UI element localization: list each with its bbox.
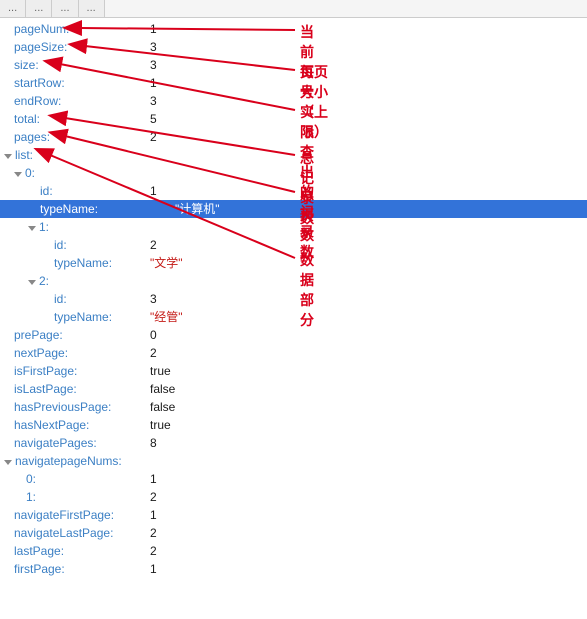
val-label: "经管"	[150, 308, 183, 326]
val-label: 2	[150, 236, 157, 254]
val-label: 2	[150, 344, 157, 362]
key-label: list:	[15, 146, 33, 164]
key-label: typeName:	[54, 254, 112, 272]
chevron-down-icon	[4, 460, 12, 465]
val-label: 2	[150, 488, 157, 506]
prop-list-1-typeName[interactable]: typeName: "文学"	[0, 254, 587, 272]
prop-navigateLastPage[interactable]: navigateLastPage: 2	[0, 524, 587, 542]
key-label: endRow:	[14, 92, 61, 110]
key-label: 0:	[25, 164, 35, 182]
val-label: 1	[150, 470, 157, 488]
prop-list-2-typeName[interactable]: typeName: "经管"	[0, 308, 587, 326]
key-label: 2:	[39, 272, 49, 290]
val-label: 0	[150, 326, 157, 344]
prop-navigatePages[interactable]: navigatePages: 8	[0, 434, 587, 452]
key-label: total:	[14, 110, 40, 128]
chevron-down-icon	[28, 226, 36, 231]
prop-pageSize[interactable]: pageSize: 3	[0, 38, 587, 56]
tab-3[interactable]: ...	[52, 0, 78, 17]
prop-startRow[interactable]: startRow: 1	[0, 74, 587, 92]
chevron-down-icon	[14, 172, 22, 177]
prop-isLastPage[interactable]: isLastPage: false	[0, 380, 587, 398]
key-label: navigatepageNums:	[15, 452, 122, 470]
prop-list-0[interactable]: 0:	[0, 164, 587, 182]
tab-2[interactable]: ...	[26, 0, 52, 17]
prop-list-1[interactable]: 1:	[0, 218, 587, 236]
prop-navigateFirstPage[interactable]: navigateFirstPage: 1	[0, 506, 587, 524]
key-label: 0:	[26, 470, 36, 488]
chevron-down-icon	[28, 280, 36, 285]
val-label: false	[150, 380, 175, 398]
key-label: hasNextPage:	[14, 416, 89, 434]
prop-list-0-typeName[interactable]: typeName: "计算机"	[0, 200, 587, 218]
key-label: startRow:	[14, 74, 65, 92]
val-label: true	[150, 416, 171, 434]
prop-list-2-id[interactable]: id: 3	[0, 290, 587, 308]
key-label: navigateLastPage:	[14, 524, 113, 542]
val-label: 3	[150, 56, 157, 74]
val-label: 1	[150, 182, 157, 200]
prop-endRow[interactable]: endRow: 3	[0, 92, 587, 110]
prop-navigatepageNums[interactable]: navigatepageNums:	[0, 452, 587, 470]
key-label: pageNum:	[14, 20, 69, 38]
prop-list-2[interactable]: 2:	[0, 272, 587, 290]
key-label: navigateFirstPage:	[14, 506, 114, 524]
val-label: 2	[150, 524, 157, 542]
prop-pages[interactable]: pages: 2	[0, 128, 587, 146]
val-label: 1	[150, 560, 157, 578]
prop-nav-1[interactable]: 1: 2	[0, 488, 587, 506]
tab-4[interactable]: ...	[79, 0, 105, 17]
val-label: 2	[150, 128, 157, 146]
val-label: 2	[150, 542, 157, 560]
val-label: "文学"	[150, 254, 183, 272]
val-label: true	[150, 362, 171, 380]
val-label: 5	[150, 110, 157, 128]
key-label: 1:	[26, 488, 36, 506]
prop-list-0-id[interactable]: id: 1	[0, 182, 587, 200]
chevron-down-icon	[4, 154, 12, 159]
key-label: typeName:	[40, 200, 98, 218]
prop-nav-0[interactable]: 0: 1	[0, 470, 587, 488]
prop-firstPage[interactable]: firstPage: 1	[0, 560, 587, 578]
prop-list-1-id[interactable]: id: 2	[0, 236, 587, 254]
prop-prePage[interactable]: prePage: 0	[0, 326, 587, 344]
prop-list[interactable]: list:	[0, 146, 587, 164]
key-label: firstPage:	[14, 560, 65, 578]
prop-lastPage[interactable]: lastPage: 2	[0, 542, 587, 560]
val-label: 1	[150, 506, 157, 524]
val-label: false	[150, 398, 175, 416]
val-label: 1	[150, 74, 157, 92]
key-label: pages:	[14, 128, 50, 146]
prop-hasNextPage[interactable]: hasNextPage: true	[0, 416, 587, 434]
prop-total[interactable]: total: 5	[0, 110, 587, 128]
val-label: 3	[150, 92, 157, 110]
prop-hasPreviousPage[interactable]: hasPreviousPage: false	[0, 398, 587, 416]
prop-size[interactable]: size: 3	[0, 56, 587, 74]
key-label: hasPreviousPage:	[14, 398, 111, 416]
prop-isFirstPage[interactable]: isFirstPage: true	[0, 362, 587, 380]
val-label: 1	[150, 20, 157, 38]
val-label: "计算机"	[175, 200, 220, 218]
key-label: id:	[54, 236, 67, 254]
key-label: id:	[40, 182, 53, 200]
key-label: isFirstPage:	[14, 362, 77, 380]
key-label: size:	[14, 56, 39, 74]
key-label: typeName:	[54, 308, 112, 326]
json-tree: pageNum: 1 pageSize: 3 size: 3 startRow:…	[0, 18, 587, 578]
tab-1[interactable]: ...	[0, 0, 26, 17]
key-label: prePage:	[14, 326, 63, 344]
key-label: navigatePages:	[14, 434, 97, 452]
val-label: 3	[150, 290, 157, 308]
key-label: lastPage:	[14, 542, 64, 560]
key-label: id:	[54, 290, 67, 308]
key-label: 1:	[39, 218, 49, 236]
tabs-bar: ... ... ... ...	[0, 0, 587, 18]
key-label: pageSize:	[14, 38, 67, 56]
val-label: 3	[150, 38, 157, 56]
key-label: isLastPage:	[14, 380, 77, 398]
key-label: nextPage:	[14, 344, 68, 362]
prop-nextPage[interactable]: nextPage: 2	[0, 344, 587, 362]
val-label: 8	[150, 434, 157, 452]
prop-pageNum[interactable]: pageNum: 1	[0, 20, 587, 38]
